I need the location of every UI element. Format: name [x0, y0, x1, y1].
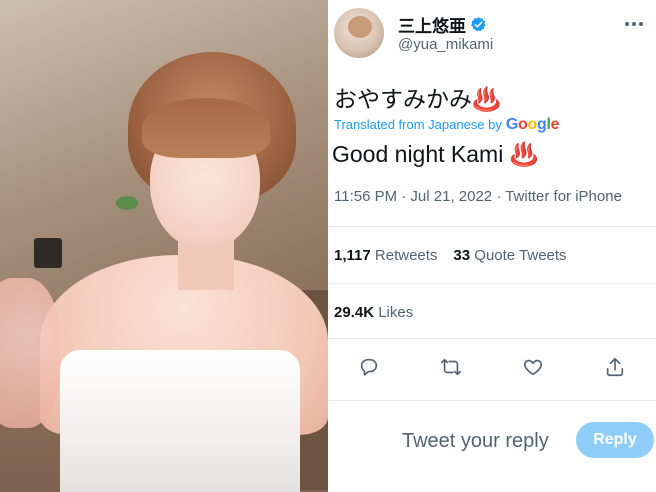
divider: [328, 226, 656, 227]
tweet-original-text: おやすみかみ♨️: [334, 86, 501, 112]
share-stats-row: 1,117 Retweets 33 Quote Tweets: [334, 247, 567, 264]
reply-icon[interactable]: [356, 354, 382, 380]
tweet-translated-text: Good night Kami ♨️: [332, 141, 539, 167]
retweet-icon[interactable]: [438, 354, 464, 380]
likes-count: 29.4K: [334, 304, 375, 321]
divider: [328, 283, 656, 284]
likes-stats-row: 29.4K Likes: [334, 304, 413, 321]
quote-tweets-label: Quote Tweets: [474, 247, 567, 264]
likes-label: Likes: [378, 304, 414, 321]
reply-composer: Reply: [328, 420, 656, 460]
like-icon[interactable]: [520, 354, 546, 380]
photo-bangs: [142, 98, 270, 158]
avatar[interactable]: [334, 8, 384, 58]
tweet-card: 三上悠亜 @yua_mikami おやすみかみ♨️ Translated fro…: [328, 0, 656, 492]
photo-mug: [34, 238, 62, 268]
translated-label: Translated from Japanese by: [334, 117, 502, 132]
divider: [328, 338, 656, 339]
verified-badge-icon: [470, 16, 487, 33]
quote-tweets-stat[interactable]: 33 Quote Tweets: [453, 247, 566, 264]
tweet-actions-bar: [328, 352, 656, 382]
retweets-label: Retweets: [374, 247, 438, 264]
retweets-stat[interactable]: 1,117 Retweets: [334, 247, 437, 264]
more-dots-icon[interactable]: [624, 10, 644, 33]
tweet-timestamp[interactable]: 11:56 PM · Jul 21, 2022 · Twitter for iP…: [334, 188, 622, 205]
author-name-row[interactable]: 三上悠亜: [398, 12, 487, 37]
google-logo: Google: [505, 116, 560, 133]
author-display-name[interactable]: 三上悠亜: [398, 12, 466, 37]
author-handle[interactable]: @yua_mikami: [398, 36, 493, 53]
reply-button[interactable]: Reply: [576, 422, 654, 458]
photo-plant: [116, 196, 138, 210]
reply-input[interactable]: [400, 426, 584, 456]
share-icon[interactable]: [602, 354, 628, 380]
divider: [328, 400, 656, 401]
quote-tweets-count: 33: [453, 247, 471, 264]
retweets-count: 1,117: [334, 247, 371, 264]
likes-stat[interactable]: 29.4K Likes: [334, 304, 413, 321]
photo-hand: [0, 278, 60, 428]
photo-towel: [60, 350, 300, 492]
translation-attribution[interactable]: Translated from Japanese by Google: [334, 116, 560, 134]
tweet-photo[interactable]: [0, 0, 328, 492]
